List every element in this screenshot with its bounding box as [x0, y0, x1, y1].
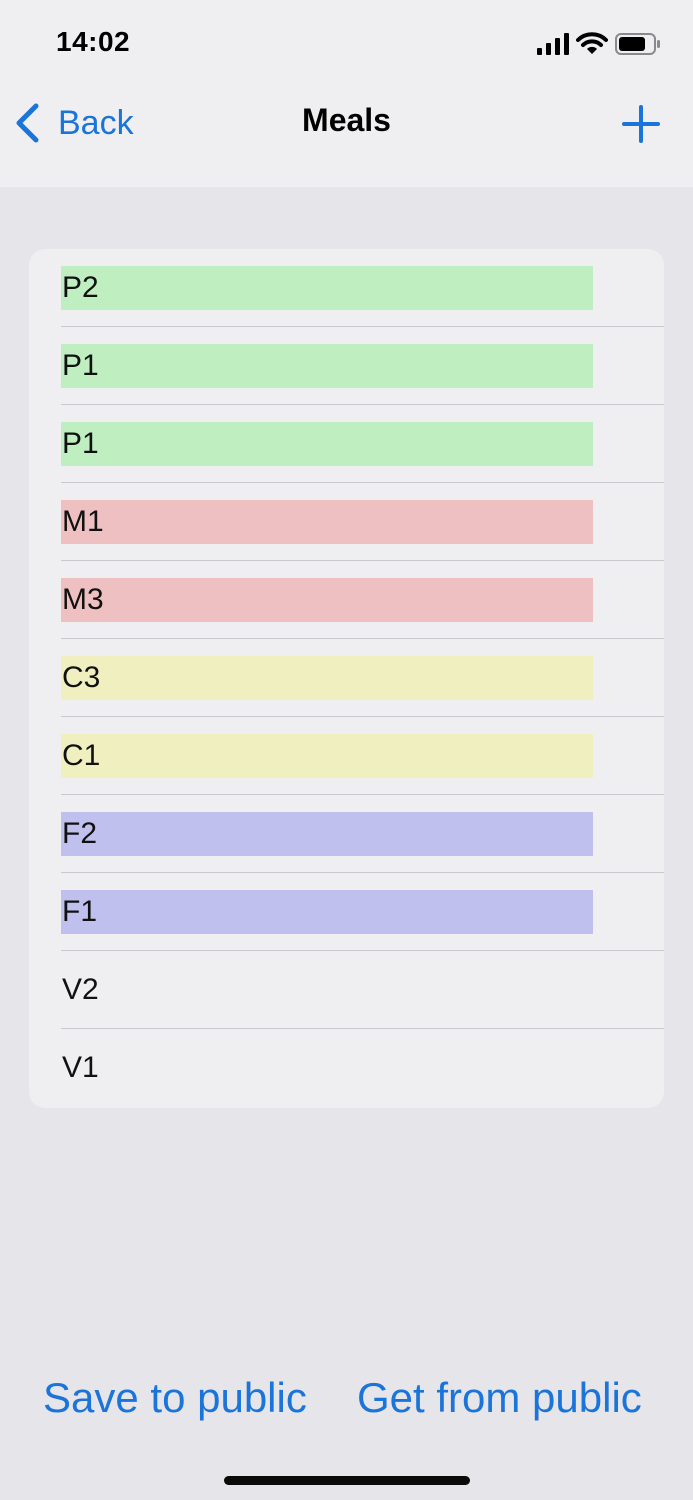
meal-row[interactable]: C1 [29, 717, 664, 795]
status-time: 14:02 [56, 26, 131, 57]
meal-row[interactable]: P1 [29, 327, 664, 405]
meal-color-bar [61, 812, 593, 856]
meal-color-bar [61, 578, 593, 622]
plus-icon[interactable] [620, 103, 662, 145]
meal-label: P1 [62, 349, 99, 382]
meal-label: F2 [62, 817, 98, 850]
meal-row[interactable]: C3 [29, 639, 664, 717]
navigation-header: 14:02 Back Meals [0, 0, 693, 187]
save-to-public-button[interactable]: Save to public [43, 1374, 307, 1422]
meal-label: M3 [62, 583, 104, 616]
meal-color-bar [61, 656, 593, 700]
get-from-public-button[interactable]: Get from public [357, 1374, 642, 1422]
home-indicator [224, 1476, 470, 1485]
page-title: Meals [302, 102, 391, 138]
meal-color-bar [61, 422, 593, 466]
meal-row[interactable]: V1 [29, 1029, 664, 1107]
meal-label: V2 [62, 973, 99, 1006]
wifi-icon [576, 32, 608, 54]
meal-label: P1 [62, 427, 99, 460]
cellular-signal-icon [537, 33, 569, 55]
meal-row[interactable]: F2 [29, 795, 664, 873]
meal-color-bar [61, 890, 593, 934]
battery-icon [615, 33, 660, 55]
meal-row[interactable]: P2 [29, 249, 664, 327]
meal-list: P2 P1 P1 M1 M3 C3 C1 F2 F1 V2 V1 [29, 249, 664, 1108]
meal-color-bar [61, 500, 593, 544]
meal-row[interactable]: V2 [29, 951, 664, 1029]
meal-row[interactable]: F1 [29, 873, 664, 951]
meal-label: V1 [62, 1051, 99, 1084]
meal-row[interactable]: M3 [29, 561, 664, 639]
meal-label: C1 [62, 739, 101, 772]
meal-label: P2 [62, 271, 99, 304]
meal-color-bar [61, 266, 593, 310]
meal-color-bar [61, 344, 593, 388]
meal-row[interactable]: M1 [29, 483, 664, 561]
meal-label: M1 [62, 505, 104, 538]
meal-label: F1 [62, 895, 98, 928]
meal-row[interactable]: P1 [29, 405, 664, 483]
meal-label: C3 [62, 661, 101, 694]
meal-color-bar [61, 734, 593, 778]
